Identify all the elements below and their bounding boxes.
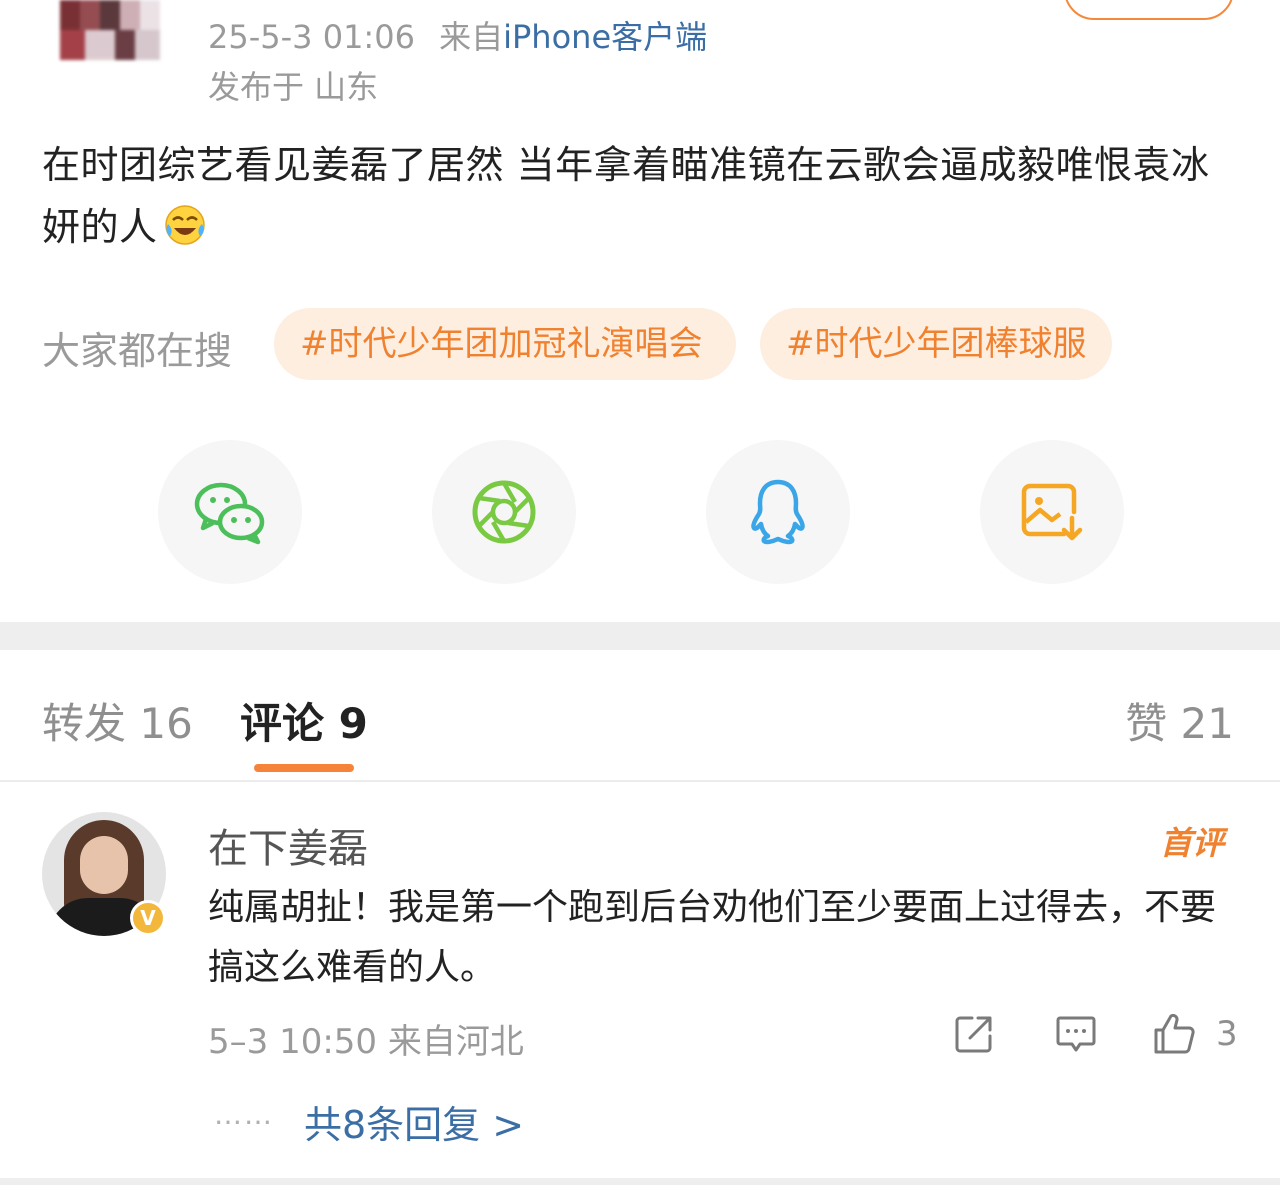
comment-meta: 5–3 10:50 来自河北 [208, 1022, 524, 1062]
share-out-icon [955, 1016, 992, 1053]
save-image-button[interactable] [980, 440, 1124, 584]
save-image-icon [1021, 483, 1083, 541]
post-meta: 25-5-3 01:06 来自iPhone客户端 [208, 12, 707, 58]
poster-avatar[interactable] [60, 0, 160, 60]
tab-comment[interactable]: 评论 9 [240, 690, 368, 751]
view-replies-link[interactable]: 共8条回复 > [304, 1094, 524, 1149]
share-wechat-button[interactable] [158, 440, 302, 584]
tab-repost[interactable]: 转发 16 [42, 690, 193, 751]
post-text-content: 在时团综艺看见姜磊了居然 当年拿着瞄准镜在云歌会逼成毅唯恨袁冰妍的人 [42, 143, 1210, 249]
comment-icon [1056, 1016, 1096, 1052]
post-timestamp: 25-5-3 01:06 [208, 18, 415, 56]
moments-icon [472, 480, 536, 544]
comment-share-button[interactable] [952, 1012, 996, 1056]
tab-divider [0, 780, 1280, 782]
verified-badge-icon: V [130, 900, 166, 936]
trending-topic-chip[interactable]: #时代少年团加冠礼演唱会 [274, 308, 736, 380]
share-moments-button[interactable] [432, 440, 576, 584]
tab-like[interactable]: 赞 21 [1125, 690, 1234, 751]
comment-like-count: 3 [1216, 1014, 1238, 1054]
post-text: 在时团综艺看见姜磊了居然 当年拿着瞄准镜在云歌会逼成毅唯恨袁冰妍的人 [42, 134, 1242, 258]
bottom-divider [0, 1178, 1280, 1185]
section-divider [0, 622, 1280, 650]
laugh-cry-emoji-icon [164, 205, 205, 245]
post-source-prefix: 来自 [439, 18, 504, 56]
thumbs-up-icon [1154, 1013, 1195, 1054]
post-source-client[interactable]: iPhone客户端 [503, 18, 707, 56]
comment-like-button[interactable] [1152, 1012, 1196, 1056]
replies-dots: …… [214, 1098, 274, 1131]
qq-icon [751, 479, 805, 545]
trending-topic-chip[interactable]: #时代少年团棒球服 [760, 308, 1112, 380]
wechat-icon [194, 482, 265, 545]
comment-reply-button[interactable] [1054, 1012, 1098, 1056]
first-comment-badge: 首评 [1160, 818, 1224, 864]
post-location: 发布于 山东 [208, 68, 379, 106]
commenter-name[interactable]: 在下姜磊 [208, 816, 368, 874]
trending-label: 大家都在搜 [42, 329, 233, 373]
active-tab-indicator [254, 764, 354, 772]
follow-button[interactable] [1064, 0, 1234, 20]
comment-text: 纯属胡扯！我是第一个跑到后台劝他们至少要面上过得去，不要搞这么难看的人。 [208, 887, 1217, 988]
share-qq-button[interactable] [706, 440, 850, 584]
